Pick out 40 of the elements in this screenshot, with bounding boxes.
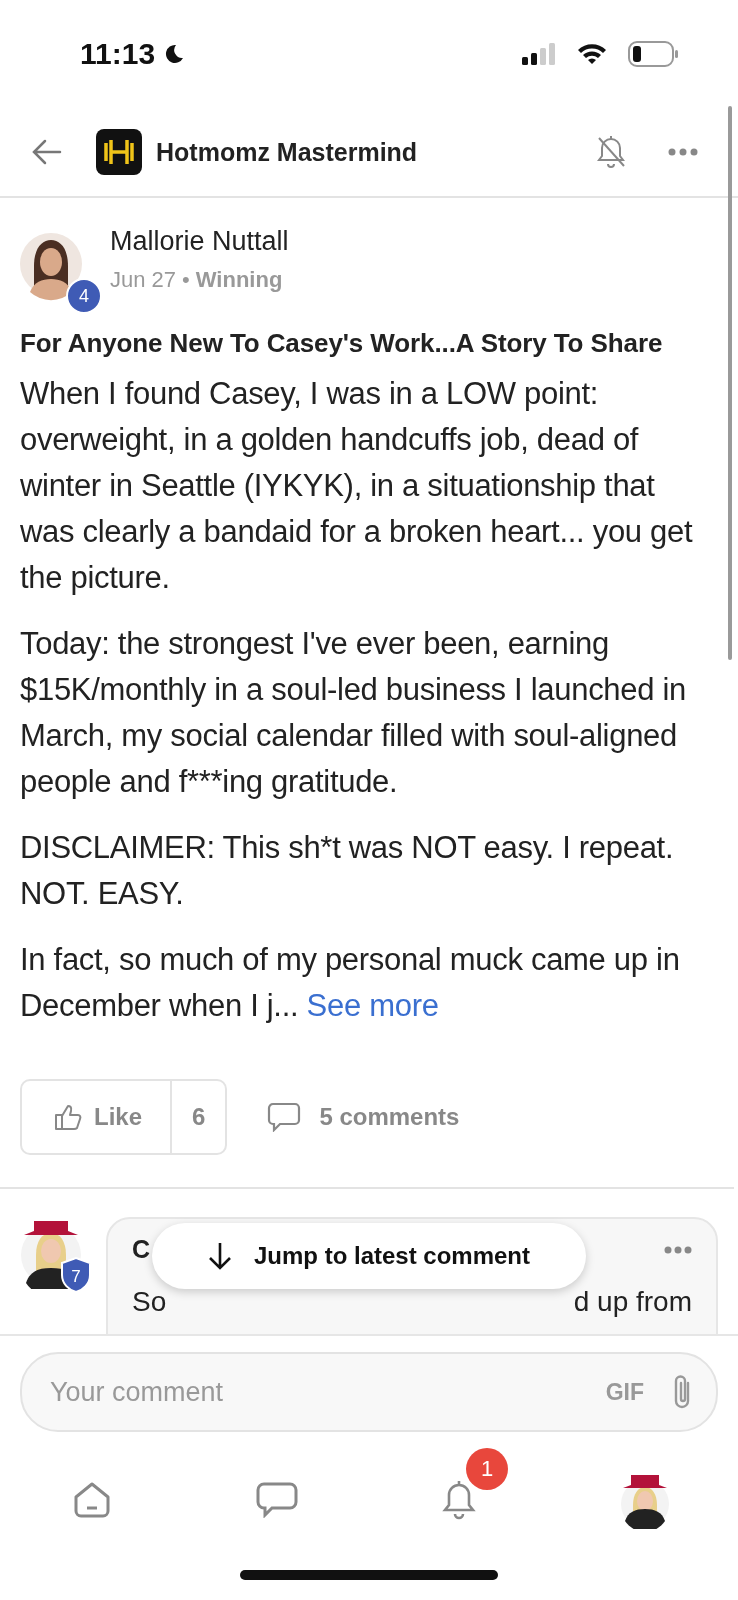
like-count: 6 [191, 1102, 207, 1132]
group-title: Hotmomz Mastermind [156, 137, 418, 167]
like-button[interactable]: Like [22, 1081, 173, 1153]
comments-button[interactable]: 5 comments [261, 1101, 466, 1133]
post-date: Jun 27 [110, 267, 177, 293]
post-paragraph: When I found Casey, I was in a LOW point: overweight, in a golden handcuffs job, dead of winter in Seattle (IYKYK), in a situationship that was clearly a bandaid for a broken heart... you get the picture. [20, 375, 694, 597]
status-time: 11:13 [80, 37, 156, 71]
chat-icon[interactable] [256, 1482, 298, 1518]
notification-badge: 1 [466, 1448, 508, 1490]
jump-to-latest-toast[interactable]: Jump to latest comment [152, 1223, 586, 1289]
post-paragraph: In fact, so much of my personal muck came up in December when I j... See more [20, 941, 681, 1025]
back-arrow-icon[interactable] [32, 139, 62, 165]
level-shield-badge: 7 [60, 1257, 92, 1293]
moon-icon [163, 43, 186, 65]
comment-bubble-icon [267, 1102, 302, 1132]
post-paragraph: Today: the strongest I've ever been, earning $15K/monthly in a soul-led business I launched in March, my social calendar filled with soul-aligned people and f***ing gratitude. [20, 625, 687, 801]
signal-icon [522, 43, 556, 65]
post-title: For Anyone New To Casey's Work...A Story To Share [20, 328, 664, 359]
thumbs-up-icon [54, 1103, 82, 1131]
dumbbell-logo-icon [96, 129, 142, 175]
comment-field[interactable]: Your comment GIF [20, 1352, 718, 1432]
author-name[interactable]: Mallorie Nuttall [110, 226, 289, 257]
see-more-link[interactable]: See more [306, 988, 439, 1023]
bell-icon[interactable] [442, 1480, 476, 1520]
battery-icon [628, 41, 680, 67]
gif-button[interactable]: GIF [605, 1378, 644, 1406]
comment-author[interactable]: C [132, 1235, 151, 1264]
level-badge: 4 [66, 278, 102, 314]
separator-dot: • [182, 267, 190, 293]
comment-text: So [132, 1286, 167, 1318]
post-category[interactable]: Winning [195, 267, 283, 293]
down-arrow-icon [207, 1242, 232, 1270]
wifi-icon [576, 42, 608, 66]
more-options-icon[interactable] [664, 1245, 692, 1254]
more-options-icon[interactable] [668, 148, 698, 156]
home-icon[interactable] [72, 1481, 112, 1519]
post-paragraph: DISCLAIMER: This sh*t was NOT easy. I repeat. NOT. EASY. [20, 829, 675, 913]
comment-text: d up from [573, 1286, 692, 1318]
scrollbar[interactable] [728, 106, 732, 660]
bell-muted-icon[interactable] [596, 135, 626, 169]
